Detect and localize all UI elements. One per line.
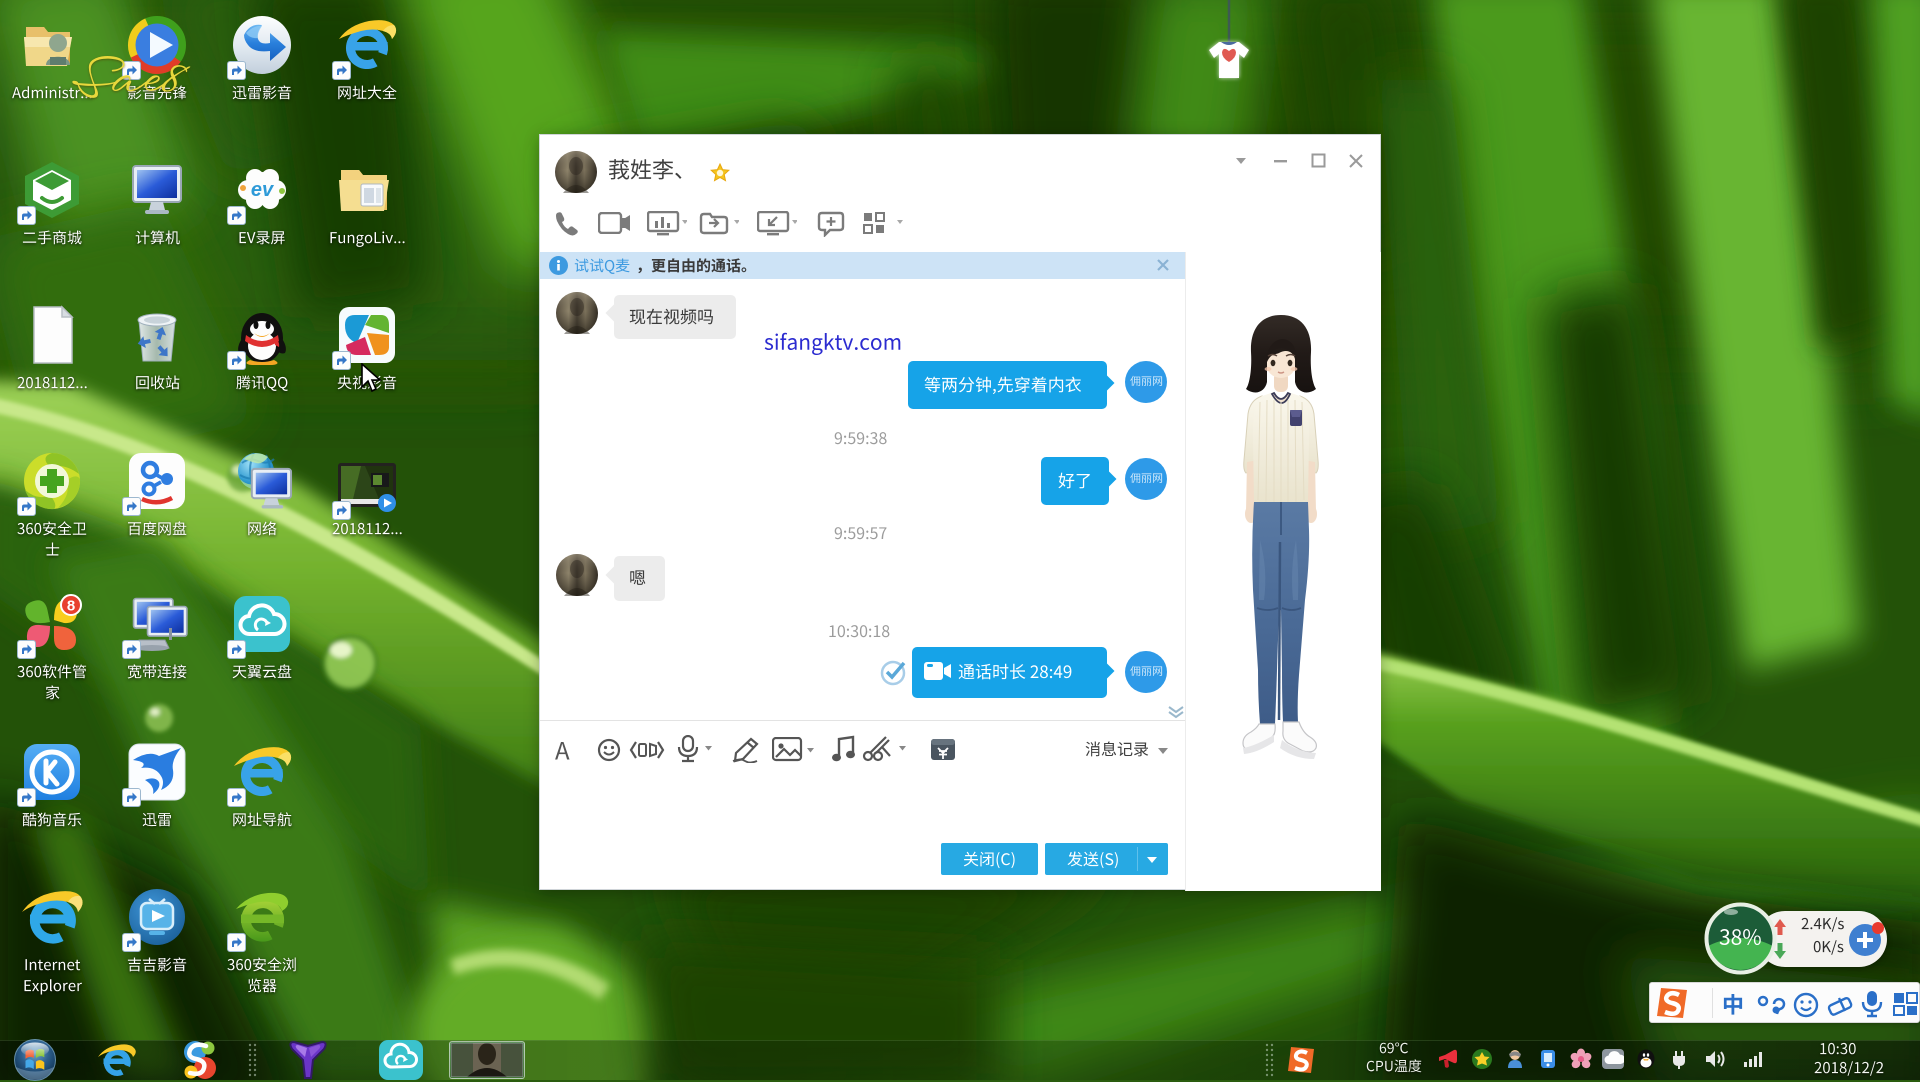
svg-text:ev: ev (251, 179, 275, 201)
svg-text:8: 8 (67, 598, 75, 615)
